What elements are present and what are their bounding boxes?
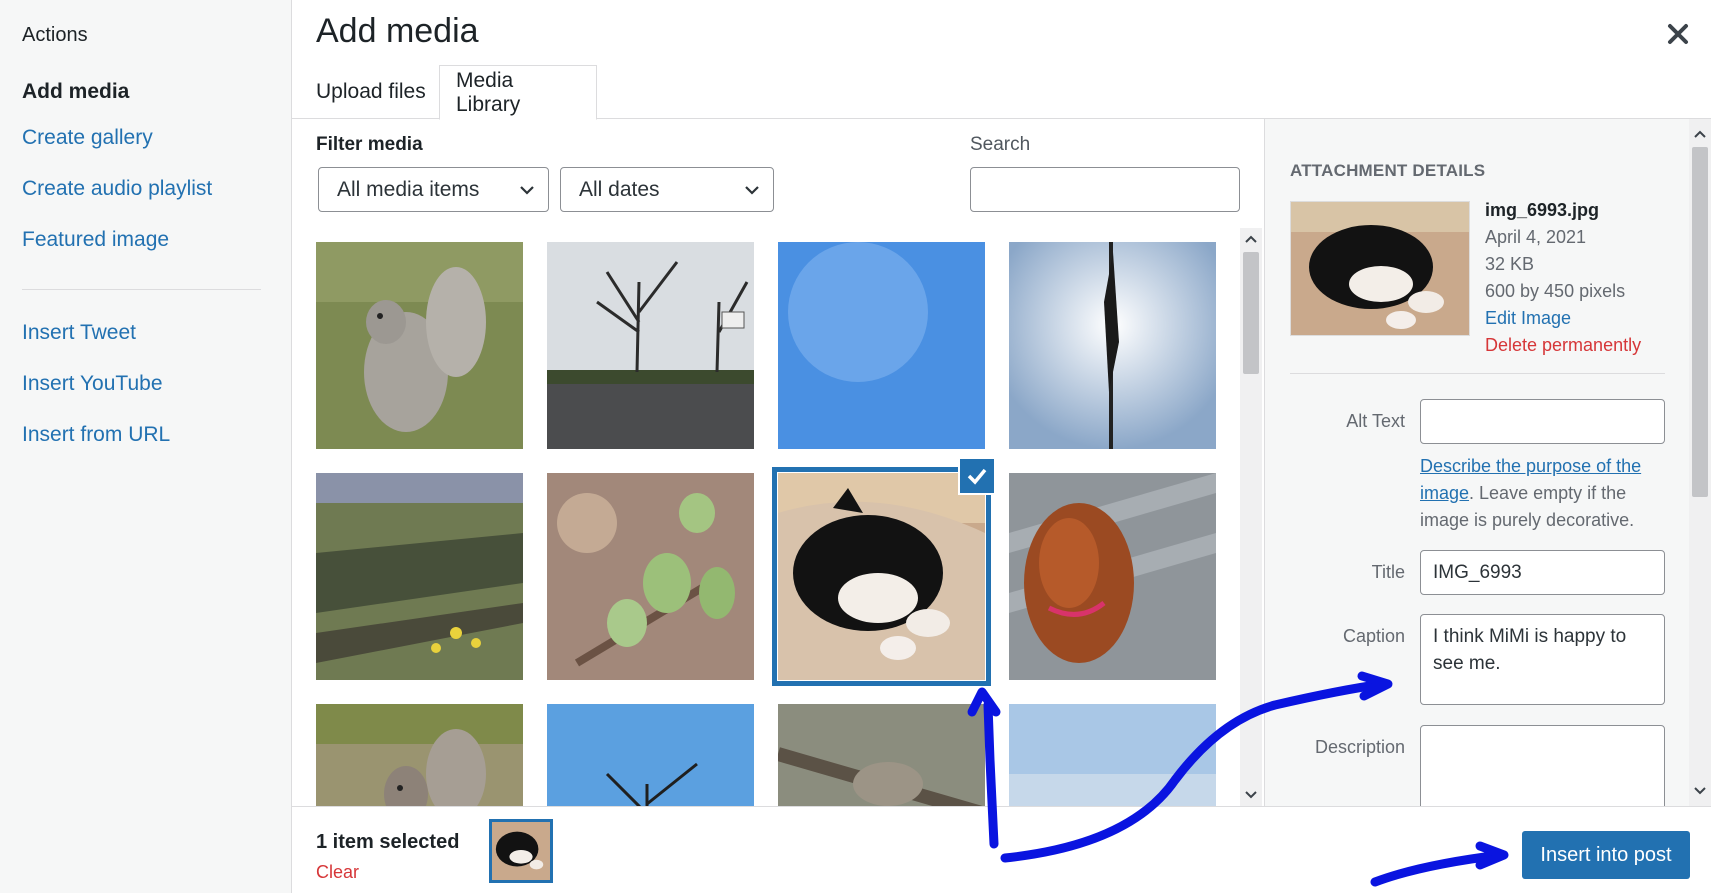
media-item-red-dog[interactable] bbox=[1009, 473, 1216, 680]
description-textarea[interactable] bbox=[1420, 725, 1665, 815]
alt-text-label: Alt Text bbox=[1346, 411, 1405, 431]
media-item-squirrel-tree[interactable] bbox=[778, 704, 985, 806]
media-item-green-buds[interactable] bbox=[547, 473, 754, 680]
scroll-up-icon[interactable] bbox=[1240, 228, 1262, 250]
title-label: Title bbox=[1371, 562, 1405, 582]
details-scrollbar[interactable] bbox=[1689, 119, 1711, 806]
search-label: Search bbox=[970, 134, 1031, 155]
caption-label: Caption bbox=[1342, 626, 1405, 646]
chevron-down-icon bbox=[520, 186, 534, 195]
menu-item-insert-tweet[interactable]: Insert Tweet bbox=[22, 321, 136, 345]
close-icon bbox=[1668, 24, 1688, 44]
search-input[interactable] bbox=[970, 167, 1240, 212]
filter-media-label: Filter media bbox=[316, 134, 423, 155]
menu-item-create-gallery[interactable]: Create gallery bbox=[22, 126, 153, 150]
selected-item-thumbnail[interactable] bbox=[489, 819, 553, 883]
checkmark-icon bbox=[967, 468, 987, 485]
media-item-moon-sky[interactable] bbox=[778, 242, 985, 449]
tab-bar: Upload files Media Library bbox=[292, 65, 1711, 120]
details-thumbnail bbox=[1290, 201, 1470, 336]
details-info: img_6993.jpg April 4, 2021 32 KB 600 by … bbox=[1485, 197, 1641, 359]
media-item-cat-sleeping[interactable] bbox=[772, 467, 991, 686]
modal-title: Add media bbox=[316, 12, 479, 50]
clear-selection-link[interactable]: Clear bbox=[316, 862, 359, 883]
media-type-select-value: All media items bbox=[337, 177, 480, 201]
media-grid bbox=[292, 225, 1264, 806]
menu-item-create-audio-playlist[interactable]: Create audio playlist bbox=[22, 177, 212, 201]
media-item-squirrel-2[interactable] bbox=[316, 704, 523, 806]
details-scrollbar-thumb[interactable] bbox=[1692, 147, 1708, 497]
delete-permanently-link[interactable]: Delete permanently bbox=[1485, 332, 1641, 359]
chevron-down-icon bbox=[745, 186, 759, 195]
details-heading: Attachment Details bbox=[1290, 161, 1486, 180]
media-item-squirrel[interactable] bbox=[316, 242, 523, 449]
selection-count: 1 item selected bbox=[316, 831, 460, 853]
media-toolbar-bottom: 1 item selected Clear Insert into post bbox=[292, 806, 1711, 893]
media-item-flag-pole[interactable] bbox=[1009, 242, 1216, 449]
media-item-bare-trees-basketball[interactable] bbox=[547, 242, 754, 449]
grid-scrollbar[interactable] bbox=[1240, 228, 1262, 806]
media-item-sky[interactable] bbox=[1009, 704, 1216, 806]
alt-text-help: Describe the purpose of the image. Leave… bbox=[1420, 453, 1665, 534]
tab-media-library[interactable]: Media Library bbox=[439, 65, 597, 120]
media-item-park-shadows[interactable] bbox=[316, 473, 523, 680]
scroll-down-icon[interactable] bbox=[1240, 784, 1262, 806]
details-date: April 4, 2021 bbox=[1485, 227, 1587, 247]
menu-item-insert-from-url[interactable]: Insert from URL bbox=[22, 423, 170, 447]
close-button[interactable] bbox=[1660, 16, 1696, 52]
attachment-details: Attachment Details img_6993.jpg April 4,… bbox=[1264, 119, 1689, 815]
media-item-tree-sky[interactable] bbox=[547, 704, 754, 806]
menu-title: Actions bbox=[22, 24, 88, 46]
description-label: Description bbox=[1314, 737, 1405, 757]
alt-text-input[interactable] bbox=[1420, 399, 1665, 444]
insert-into-post-button[interactable]: Insert into post bbox=[1522, 831, 1690, 879]
menu-separator bbox=[22, 289, 261, 290]
details-filesize: 32 KB bbox=[1485, 254, 1535, 274]
scroll-up-icon[interactable] bbox=[1689, 123, 1711, 145]
selected-check-button[interactable] bbox=[958, 457, 996, 495]
tab-upload-files[interactable]: Upload files bbox=[300, 65, 442, 119]
scroll-down-icon[interactable] bbox=[1689, 780, 1711, 802]
menu-item-featured-image[interactable]: Featured image bbox=[22, 228, 169, 252]
menu-item-add-media[interactable]: Add media bbox=[22, 80, 129, 104]
details-filename: img_6993.jpg bbox=[1485, 200, 1600, 220]
details-dimensions: 600 by 450 pixels bbox=[1485, 281, 1626, 301]
edit-image-link[interactable]: Edit Image bbox=[1485, 305, 1641, 332]
menu-item-insert-youtube[interactable]: Insert YouTube bbox=[22, 372, 163, 396]
details-separator bbox=[1290, 373, 1665, 374]
date-select[interactable]: All dates bbox=[560, 167, 774, 212]
media-type-select[interactable]: All media items bbox=[318, 167, 549, 212]
grid-scrollbar-thumb[interactable] bbox=[1243, 252, 1259, 374]
title-input[interactable] bbox=[1420, 550, 1665, 595]
date-select-value: All dates bbox=[579, 177, 660, 201]
media-menu: Actions Add media Create gallery Create … bbox=[0, 0, 292, 893]
caption-textarea[interactable]: I think MiMi is happy to see me. bbox=[1420, 614, 1665, 705]
